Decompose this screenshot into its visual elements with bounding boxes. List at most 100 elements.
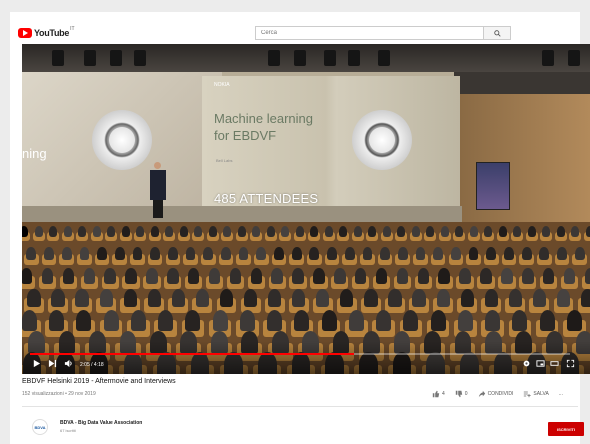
next-button[interactable]	[48, 359, 57, 369]
search-button[interactable]	[483, 27, 510, 39]
attendee	[388, 289, 402, 308]
attendee	[353, 226, 362, 237]
attendee	[585, 226, 590, 237]
search-input[interactable]	[256, 27, 484, 39]
attendee	[415, 247, 426, 261]
video-player[interactable]: ning NOKIA Machine learning for EBDVF Be…	[22, 44, 590, 374]
channel-name[interactable]: BDVA - Big Data Value Association	[60, 420, 142, 426]
attendee	[125, 268, 137, 284]
attendee	[313, 268, 325, 284]
attendee	[316, 289, 330, 308]
attendee	[34, 226, 43, 237]
attendee	[563, 268, 576, 284]
attendee	[513, 226, 521, 237]
attendee	[486, 247, 497, 261]
play-logo-icon	[18, 28, 32, 38]
attendee	[376, 310, 392, 331]
attendee	[146, 268, 158, 284]
attendee	[243, 289, 258, 308]
attendee	[167, 247, 178, 261]
share-button[interactable]: CONDIVIDI	[478, 390, 514, 398]
attendee	[268, 289, 282, 308]
attendee	[321, 310, 337, 331]
bulb-image	[92, 110, 152, 170]
spotlight	[542, 50, 554, 66]
attendee	[433, 247, 444, 261]
like-button[interactable]: 4	[432, 390, 445, 398]
youtube-logo[interactable]: YouTube IT	[18, 26, 75, 40]
attendee	[397, 247, 408, 261]
share-icon	[478, 390, 485, 398]
attendee	[295, 226, 304, 237]
attendee	[252, 226, 260, 237]
miniplayer-button[interactable]	[536, 359, 545, 369]
slide-title-line: for EBDVF	[214, 128, 277, 143]
attendee	[527, 226, 536, 237]
attendee	[436, 289, 450, 308]
spotlight	[110, 50, 122, 66]
attendee	[327, 247, 337, 261]
attendee	[104, 268, 116, 284]
attendee	[340, 289, 354, 308]
share-label: CONDIVIDI	[487, 391, 514, 397]
play-button[interactable]	[32, 359, 41, 369]
time-display: 2:05 / 4:18	[80, 362, 104, 368]
attendee	[49, 310, 65, 331]
attendee	[195, 289, 210, 308]
fullscreen-button[interactable]	[566, 359, 575, 369]
spotlight	[568, 50, 580, 66]
attendee	[26, 247, 37, 261]
channel-avatar[interactable]: BDVA	[32, 419, 48, 435]
slide-title: Machine learning for EBDVF	[214, 110, 313, 144]
attendee	[274, 247, 284, 261]
miniplayer-icon	[536, 360, 545, 367]
attendee	[375, 268, 388, 284]
attendee	[348, 310, 364, 331]
attendee	[97, 247, 107, 261]
more-label: ...	[558, 391, 563, 397]
subscribe-button[interactable]: ISCRIVITI	[548, 422, 584, 436]
event-poster	[476, 162, 510, 210]
attendee	[362, 247, 373, 261]
theater-button[interactable]	[550, 359, 559, 369]
player-controls: 2:05 / 4:18	[22, 341, 590, 374]
search-icon	[493, 29, 501, 37]
attendee	[103, 310, 119, 331]
attendee	[22, 310, 37, 331]
channel-subscribers: 67 iscritti	[60, 428, 76, 433]
attendee	[566, 310, 582, 331]
video-actions: 4 0 CONDIVIDI SALVA ...	[432, 388, 573, 400]
attendee	[165, 226, 173, 237]
attendee	[403, 310, 419, 331]
dislike-button[interactable]: 0	[455, 390, 468, 398]
left-projection-screen: ning	[22, 72, 222, 206]
slide-subtitle: Bell Labs	[216, 158, 233, 163]
attendee	[79, 247, 90, 261]
save-button[interactable]: SALVA	[523, 390, 549, 398]
attendee	[194, 226, 202, 237]
video-meta: 152 visualizzazioni • 29 nov 2019	[22, 391, 96, 397]
volume-button[interactable]	[64, 359, 73, 369]
attendee	[396, 268, 409, 284]
like-count: 4	[442, 391, 445, 397]
speaker	[150, 162, 166, 218]
attendee	[521, 247, 532, 261]
attendee	[324, 226, 333, 237]
attendee	[542, 268, 555, 284]
attendee	[440, 226, 449, 237]
attendee	[334, 268, 346, 284]
attendee	[291, 247, 302, 261]
next-icon	[48, 359, 57, 368]
left-screen-text: ning	[22, 146, 47, 161]
spotlight	[324, 50, 336, 66]
attendee	[187, 268, 200, 284]
more-actions-button[interactable]: ...	[559, 391, 563, 397]
progress-bar[interactable]	[30, 353, 570, 355]
save-label: SALVA	[533, 391, 549, 397]
attendee	[130, 310, 146, 331]
volume-icon	[64, 359, 72, 368]
settings-button[interactable]	[522, 359, 531, 369]
progress-fill	[30, 353, 354, 355]
spotlight	[378, 50, 390, 66]
attendee	[61, 247, 72, 261]
